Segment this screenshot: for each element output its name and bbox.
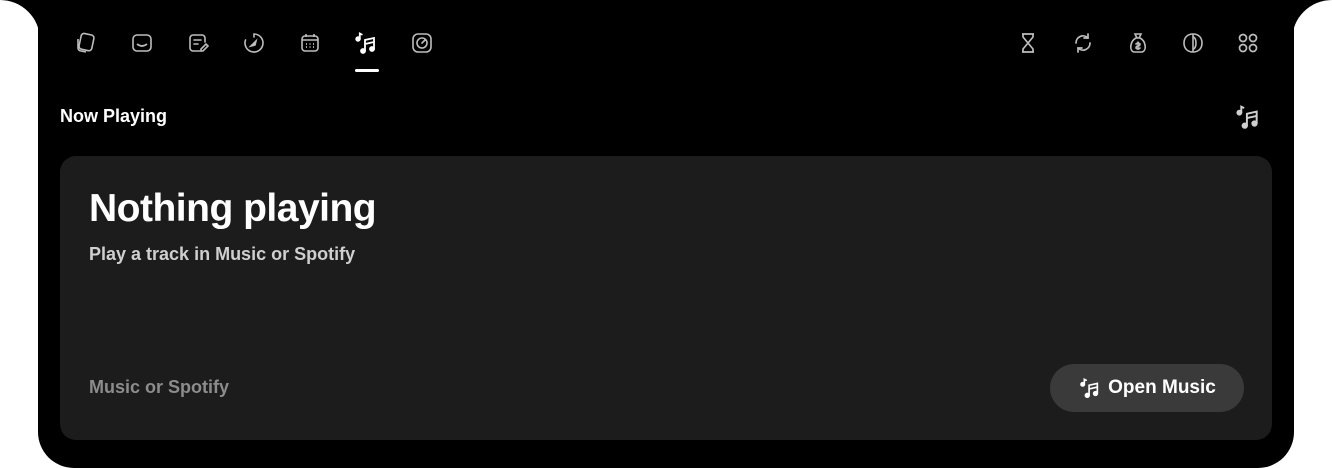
music-notes-icon xyxy=(1236,105,1258,129)
tab-contrast[interactable] xyxy=(1179,29,1207,57)
music-notes-icon xyxy=(1080,377,1099,398)
track-title: Nothing playing xyxy=(89,187,377,230)
timer-icon xyxy=(244,33,264,53)
tab-timer[interactable] xyxy=(240,29,268,57)
now-playing-card: Nothing playing Play a track in Music or… xyxy=(60,156,1272,440)
hourglass-icon xyxy=(1022,33,1034,53)
music-notes-icon xyxy=(355,32,375,54)
tab-bar-left xyxy=(72,29,464,72)
tab-tray[interactable] xyxy=(128,29,156,57)
source-label: Music or Spotify xyxy=(89,377,230,397)
active-tab-indicator xyxy=(355,69,379,72)
panel-corner-left xyxy=(0,0,40,40)
gauge-icon xyxy=(412,33,432,53)
tab-bar-right xyxy=(987,29,1262,57)
notch-panel: Now Playing Nothing playing Play a track… xyxy=(0,0,1332,468)
refresh-icon xyxy=(1075,33,1091,53)
tab-cards[interactable] xyxy=(72,29,100,57)
tab-calendar[interactable] xyxy=(296,29,324,57)
tab-notes[interactable] xyxy=(184,29,212,57)
tab-money[interactable] xyxy=(1124,29,1152,57)
cards-icon xyxy=(77,32,95,53)
open-music-button[interactable]: Open Music xyxy=(1050,364,1244,412)
money-bag-icon xyxy=(1130,33,1146,53)
tab-grid[interactable] xyxy=(1234,29,1262,57)
tray-icon xyxy=(132,34,152,52)
tab-hourglass[interactable] xyxy=(1014,29,1042,57)
grid-icon xyxy=(1238,33,1258,53)
section-title: Now Playing xyxy=(60,106,168,126)
note-edit-icon xyxy=(189,34,210,52)
calendar-icon xyxy=(301,34,319,52)
tab-gauge[interactable] xyxy=(408,29,436,57)
contrast-icon xyxy=(1183,33,1203,53)
open-music-label: Open Music xyxy=(1108,377,1216,398)
track-subtitle: Play a track in Music or Spotify xyxy=(89,244,356,264)
panel-corner-right xyxy=(1292,0,1332,40)
tab-refresh[interactable] xyxy=(1069,29,1097,57)
tab-music[interactable] xyxy=(352,29,380,72)
